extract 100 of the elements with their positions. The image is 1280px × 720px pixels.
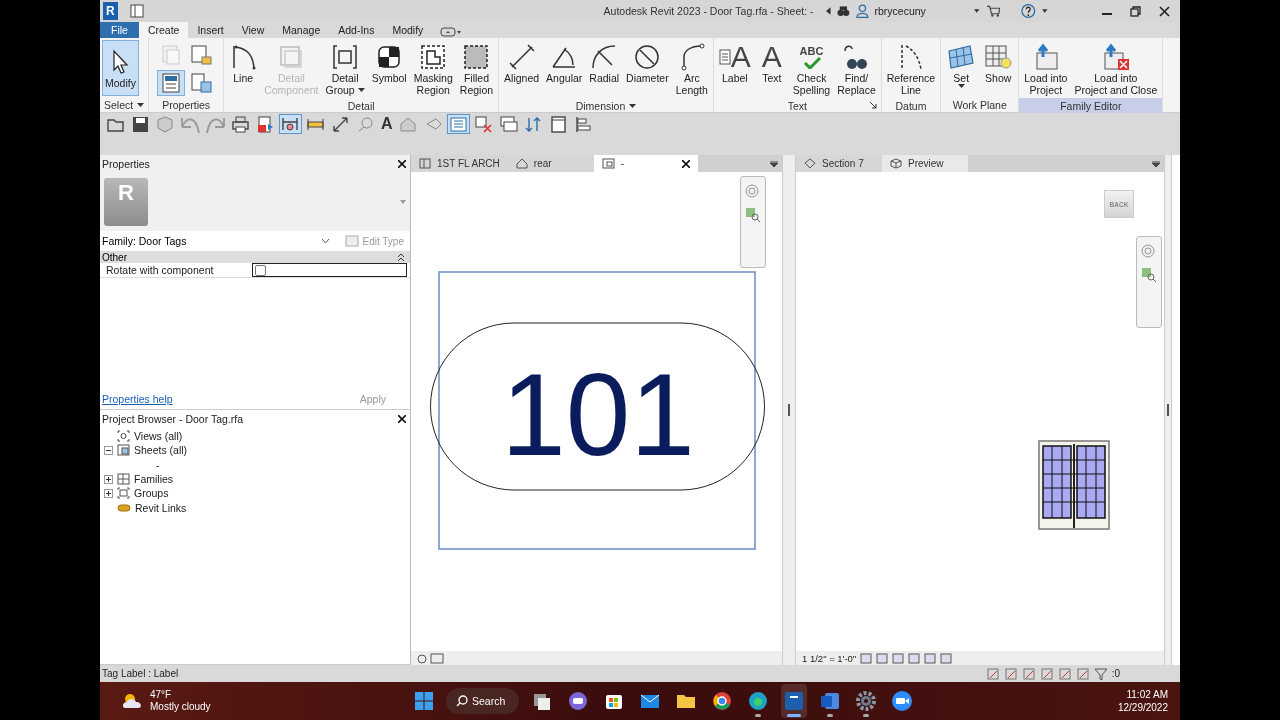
diagonal-arrow-icon [331,114,350,134]
document-tab[interactable]: rear [507,155,594,172]
splitter-handle [1167,404,1169,416]
door-drawing[interactable] [1038,440,1110,530]
dimension-icon [507,43,536,71]
ribbon-button[interactable]: Show [980,40,1017,86]
splitter-handle [788,404,790,416]
window-title: Autodesk Revit 2023 - Door Tag.rfa - Sheet: - [603,5,814,17]
collapse-chevrons-icon [398,253,404,261]
ribbon-button[interactable]: Arc Length [672,40,711,98]
cloud-icon [122,692,144,710]
expand-icon[interactable] [104,488,113,498]
ribbon-button[interactable]: Load into Project and Close [1071,40,1161,98]
close-icon [398,414,406,423]
toolbar-button[interactable]: A [379,114,395,134]
binoculars-icon [836,5,850,17]
zoom-region-icon [1141,267,1157,283]
cart-icon [985,4,1001,18]
collapse-icon[interactable] [104,445,113,455]
panel-title: Project Browser - Door Tag.rfa [102,412,244,425]
ribbon-tab[interactable]: Modify [383,22,433,38]
ribbon-button[interactable]: Set [943,40,980,90]
bracket-frame-icon [331,43,360,71]
close-button[interactable] [398,412,406,425]
search-button[interactable]: Search [446,688,520,714]
tree-item[interactable]: Sheets (all) [134,444,188,457]
restore-icon [1129,5,1141,17]
weather-temperature[interactable]: 47°F [150,689,211,701]
tree-item[interactable]: - [156,458,160,471]
checkbox[interactable] [255,264,266,276]
document-tab[interactable]: Preview [882,155,968,172]
document-tab[interactable]: 1ST FL ARCH [411,155,508,172]
tree-item[interactable]: Revit Links [135,501,187,514]
ribbon-button[interactable]: Modify [102,40,139,96]
grid-plane-icon [946,43,977,71]
document-tab[interactable]: Section 7 [796,155,882,172]
ribbon-button[interactable]: Masking Region [410,40,456,98]
clock-date[interactable]: 12/29/2022 [1117,701,1168,714]
floor-plan-icon [419,158,431,169]
families-icon [117,473,130,486]
expand-icon[interactable] [104,474,113,484]
weather-condition[interactable]: Mostly cloudy [150,701,211,713]
view-scale[interactable]: 1 1/2" = 1'-0" [802,652,857,664]
ribbon-tab[interactable]: Manage [273,22,330,38]
thin-lines-icon [448,114,468,134]
ribbon-button[interactable]: Line [226,40,261,86]
properties-tool[interactable] [157,70,186,96]
ribbon-tab[interactable]: Add-Ins [329,22,384,38]
ribbon-button[interactable]: Load into Project [1021,40,1071,98]
ribbon-tab[interactable]: Create [138,22,189,38]
group-label: Family Editor [1060,99,1122,112]
group-label: Text [787,99,807,112]
cube-icon [156,114,175,134]
left-arrow-icon [825,7,831,15]
ribbon-button[interactable]: A Label [715,40,754,86]
group-label: Work Plane [952,98,1007,111]
clock-time[interactable]: 11:02 AM [1126,688,1168,701]
ribbon-button[interactable]: Angular [543,40,586,86]
filled-region-icon [462,43,491,71]
view-control-icon [417,652,447,664]
save-icon [131,114,150,134]
ribbon-button[interactable]: Filled Region [456,40,497,98]
window-panel-icon [129,4,144,18]
tree-item[interactable]: Groups [134,487,169,500]
group-label: Dimension [575,99,626,112]
ribbon-tab[interactable]: File [100,22,139,38]
ribbon-button[interactable]: Find/ Replace [834,40,879,98]
ribbon-button[interactable]: A Text [754,40,789,86]
help-icon [1021,3,1037,19]
document-tab[interactable]: - [593,155,699,172]
toolbar-button[interactable] [229,114,252,134]
properties-sheet-icon [160,72,183,94]
close-button[interactable] [398,157,406,170]
ribbon-button[interactable]: Radial [586,40,623,86]
window-grid-icon [190,72,213,94]
ribbon-button[interactable]: Diameter [623,40,672,86]
panel-title: Properties [102,157,150,170]
ribbon-button[interactable]: Detail Group [322,40,368,98]
ribbon-tab[interactable]: View [232,22,274,38]
stacked-sheets-icon [160,44,183,66]
printer-icon [231,114,250,134]
ribbon-button[interactable]: Aligned [501,40,543,86]
views-icon [117,430,130,443]
filter-count: :0 [1111,668,1120,679]
ribbon-tab[interactable]: Insert [188,22,233,38]
tree-item[interactable]: Families [134,473,174,486]
tree-item[interactable]: Views (all) [134,430,183,443]
ribbon-button[interactable]: ABC Check Spelling [789,40,834,98]
help-link[interactable]: Properties help [102,393,173,405]
property-group[interactable]: Other [100,251,410,263]
user-name[interactable]: rbrycecuny [874,5,926,17]
launcher-icon[interactable] [869,102,877,109]
ribbon-button[interactable]: Symbol [368,40,410,86]
ribbon-button[interactable]: Reference Line [883,40,939,98]
window-icon [548,114,568,134]
close-icon [1158,5,1170,17]
filter-icon [1093,666,1108,681]
taskbar-app[interactable] [781,684,808,718]
sheets-icon [117,444,130,457]
toolbar-button[interactable] [279,114,302,134]
